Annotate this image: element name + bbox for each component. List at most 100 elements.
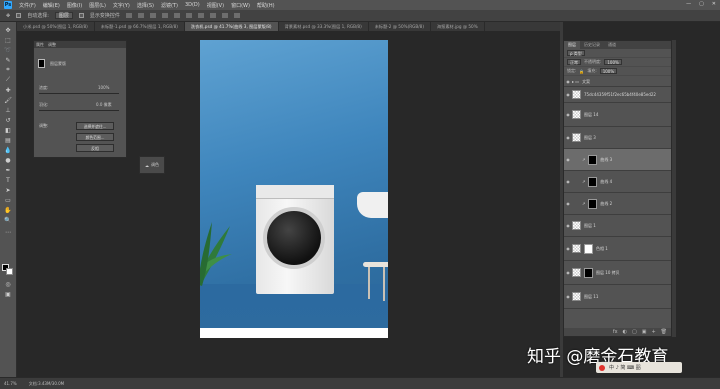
crop-icon[interactable]: ⌗ (3, 66, 13, 74)
more-tools-icon[interactable]: ⋯ (3, 228, 13, 236)
layer-mask-thumbnail[interactable] (588, 176, 598, 187)
select-and-mask-button[interactable]: 选择并遮住... (76, 122, 114, 130)
layer-row[interactable]: ◉ ↗ 曲线 4 (564, 171, 671, 193)
history-brush-icon[interactable]: ↺ (3, 116, 13, 124)
feather-slider[interactable] (39, 110, 119, 111)
layer-mask-thumbnail[interactable] (584, 267, 593, 278)
maximize-button[interactable]: ▢ (699, 1, 704, 7)
visibility-eye-icon[interactable]: ◉ (564, 112, 572, 117)
layer-mask-thumbnail[interactable] (588, 198, 598, 209)
menu-file[interactable]: 文件(F) (19, 2, 36, 9)
clone-stamp-icon[interactable]: ⊥ (3, 106, 13, 114)
distribute-middle-icon[interactable] (209, 13, 216, 18)
adjustment-layer-icon[interactable]: ◐ (623, 329, 627, 335)
visibility-eye-icon[interactable]: ◉ (564, 223, 572, 228)
visibility-eye-icon[interactable]: ◉ (564, 79, 572, 84)
visibility-eye-icon[interactable]: ◉ (564, 270, 572, 275)
background-color-swatch[interactable] (6, 268, 13, 275)
menu-edit[interactable]: 编辑(E) (43, 2, 60, 9)
visibility-eye-icon[interactable]: ◉ (564, 294, 572, 299)
3d-mode-icon[interactable] (233, 13, 240, 18)
pen-icon[interactable]: ✒ (3, 166, 13, 174)
layer-mask-thumbnail[interactable] (584, 243, 593, 254)
visibility-eye-icon[interactable]: ◉ (564, 157, 572, 162)
lock-icon[interactable]: 🔒 (579, 69, 584, 74)
screen-mode-icon[interactable]: ▣ (3, 290, 13, 298)
tab-channels[interactable]: 通道 (604, 41, 620, 49)
doc-tab[interactable]: 背景素材.psd @ 33.3%(图层 1, RGB/8) (279, 22, 369, 31)
new-group-icon[interactable]: ▣ (642, 329, 647, 335)
path-select-icon[interactable]: ➤ (3, 186, 13, 194)
eraser-icon[interactable]: ◧ (3, 126, 13, 134)
layer-kind-filter[interactable]: ρ 类型 (567, 50, 585, 56)
shape-icon[interactable]: ▭ (3, 196, 13, 204)
menu-image[interactable]: 图像(I) (67, 2, 82, 9)
gradient-icon[interactable]: ▤ (3, 136, 13, 144)
adjust-color-button[interactable]: ☁ 调色 (139, 156, 165, 174)
feather-value[interactable]: 0.0 像素 (96, 102, 112, 108)
doc-tab[interactable]: 海报素材.jpg @ 50% (431, 22, 485, 31)
menu-help[interactable]: 帮助(H) (257, 2, 275, 9)
color-range-button[interactable]: 颜色范围... (76, 133, 114, 141)
healing-brush-icon[interactable]: ✚ (3, 86, 13, 94)
tab-layers[interactable]: 图层 (564, 41, 580, 49)
close-button[interactable]: ✕ (712, 1, 716, 7)
type-icon[interactable]: T (3, 176, 13, 184)
layer-row[interactable]: ◉ 色相 1 (564, 237, 671, 261)
layer-row[interactable]: ◉ 图层 14 (564, 103, 671, 127)
fx-icon[interactable]: fx (613, 329, 618, 335)
add-mask-icon[interactable]: ▢ (632, 329, 637, 335)
tab-properties[interactable]: 属性 (36, 42, 44, 48)
hand-icon[interactable]: ✋ (3, 206, 13, 214)
lasso-icon[interactable]: ➰ (3, 46, 13, 54)
new-layer-icon[interactable]: + (651, 329, 655, 335)
align-middle-icon[interactable] (173, 13, 180, 18)
ime-status[interactable]: 中 ♪ 简 ⌨ 㗊 (609, 364, 641, 371)
align-left-icon[interactable] (125, 13, 132, 18)
menu-view[interactable]: 视图(V) (207, 2, 224, 9)
layer-row[interactable]: ◉ 图层 3 (564, 127, 671, 149)
align-top-icon[interactable] (161, 13, 168, 18)
visibility-eye-icon[interactable]: ◉ (564, 201, 572, 206)
transform-controls-checkbox[interactable] (78, 13, 84, 18)
align-center-icon[interactable] (137, 13, 144, 18)
blur-icon[interactable]: 💧 (3, 146, 13, 154)
density-slider[interactable] (39, 93, 119, 94)
doc-tab-active[interactable]: 洗衣机.psd @ 41.7%(曲线 3, 图层蒙版/8) (184, 22, 279, 31)
layer-row[interactable]: ◉ 图层 1 (564, 215, 671, 237)
opacity-input[interactable]: 100% (604, 59, 622, 65)
menu-3d[interactable]: 3D(D) (185, 2, 200, 8)
doc-tab[interactable]: 小米.psd @ 50%(图层 1, RGB/8) (17, 22, 95, 31)
doc-tab[interactable]: 未标题-2 @ 50%(RGB/8) (369, 22, 431, 31)
density-value[interactable]: 100% (98, 85, 109, 90)
brush-icon[interactable]: 🖌 (3, 96, 13, 104)
quick-select-icon[interactable]: ✎ (3, 56, 13, 64)
align-bottom-icon[interactable] (185, 13, 192, 18)
doc-tab[interactable]: 未标题-1.psd @ 66.7%(图层 1, RGB/8) (95, 22, 185, 31)
quick-mask-icon[interactable]: ◎ (3, 280, 13, 288)
layer-row[interactable]: ◉ 75dc44359f51f2ec65b4f40e85ed22 (564, 87, 671, 103)
auto-select-dropdown[interactable]: 图层 (54, 12, 73, 19)
eyedropper-icon[interactable]: ⟋ (3, 76, 13, 84)
blend-mode-dropdown[interactable]: 正常 (567, 59, 581, 65)
visibility-eye-icon[interactable]: ◉ (564, 246, 572, 251)
fill-input[interactable]: 100% (599, 68, 618, 74)
auto-select-checkbox[interactable] (16, 13, 22, 18)
layer-row[interactable]: ◉ 图层 11 (564, 285, 671, 309)
visibility-eye-icon[interactable]: ◉ (564, 135, 572, 140)
zoom-icon[interactable]: 🔍 (3, 216, 13, 224)
layer-row[interactable]: ◉ 图层 10 拷贝 (564, 261, 671, 285)
menu-layer[interactable]: 图层(L) (89, 2, 106, 9)
align-right-icon[interactable] (149, 13, 156, 18)
delete-layer-icon[interactable]: 🗑 (661, 329, 667, 335)
menu-window[interactable]: 窗口(W) (231, 2, 250, 9)
menu-filter[interactable]: 滤镜(T) (161, 2, 178, 9)
visibility-eye-icon[interactable]: ◉ (564, 179, 572, 184)
layer-row[interactable]: ◉ ▸ ▭ 文案 (564, 77, 671, 87)
menu-type[interactable]: 文字(Y) (113, 2, 130, 9)
menu-select[interactable]: 选择(S) (137, 2, 154, 9)
marquee-icon[interactable]: ⬚ (3, 36, 13, 44)
tab-history[interactable]: 历史记录 (580, 41, 604, 49)
move-icon[interactable]: ✥ (3, 26, 13, 34)
layer-row-selected[interactable]: ◉ ↗ 曲线 3 (564, 149, 671, 171)
